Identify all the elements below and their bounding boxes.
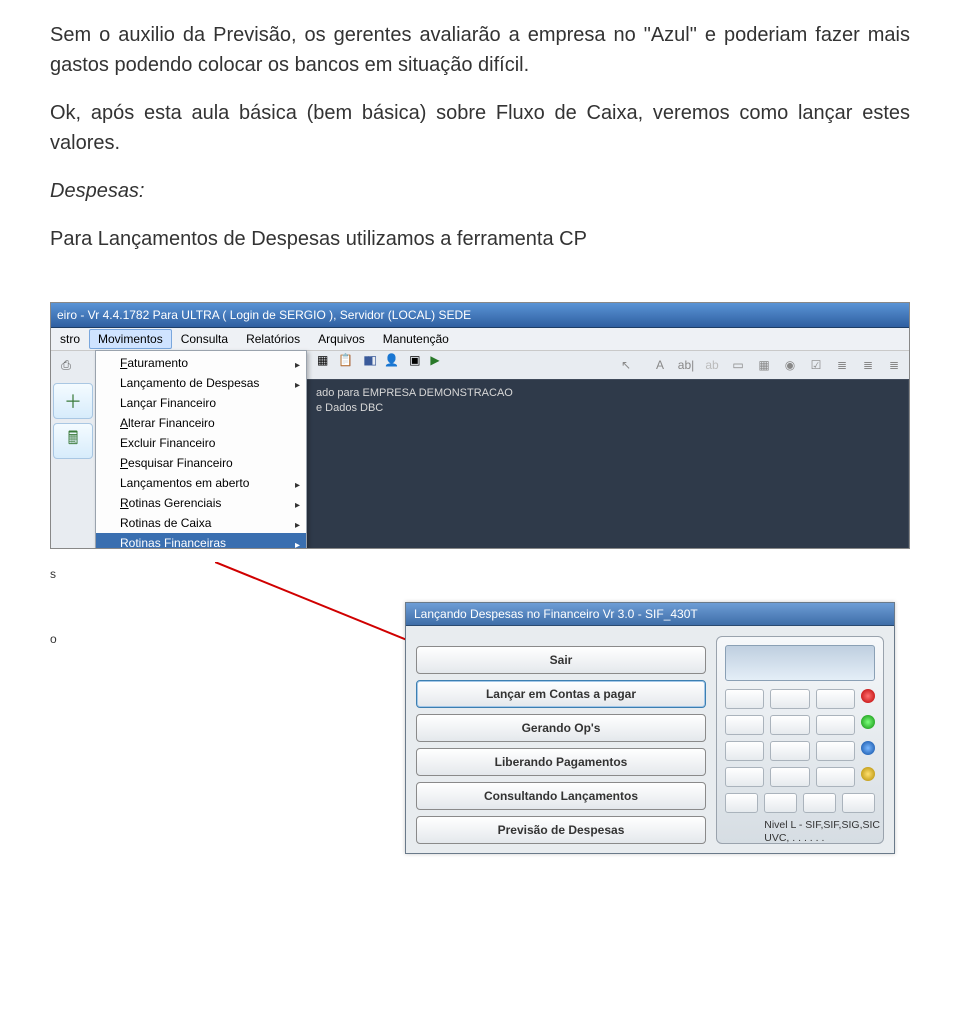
btn-consultando-lancamentos[interactable]: Consultando Lançamentos: [416, 782, 706, 810]
content-info: ado para EMPRESA DEMONSTRACAO e Dados DB…: [316, 386, 513, 416]
btn-previsao-despesas[interactable]: Previsão de Despesas: [416, 816, 706, 844]
dd-lancar-financeiro[interactable]: Lançar Financeiro: [96, 393, 306, 413]
led-red-icon: [861, 689, 875, 703]
btn-liberando-pagamentos[interactable]: Liberando Pagamentos: [416, 748, 706, 776]
grid-icon[interactable]: ▦: [755, 356, 773, 374]
btn-lancar-contas-pagar[interactable]: Lançar em Contas a pagar: [416, 680, 706, 708]
menu-relatorios[interactable]: Relatórios: [237, 329, 309, 349]
menubar: stro Movimentos Consulta Relatórios Arqu…: [51, 328, 909, 351]
play-icon[interactable]: ▶: [430, 353, 439, 367]
btn-gerando-ops[interactable]: Gerando Op's: [416, 714, 706, 742]
btn-sair[interactable]: Sair: [416, 646, 706, 674]
list2-icon[interactable]: ≣: [859, 356, 877, 374]
tool-icon[interactable]: ▣: [409, 353, 420, 367]
radio-icon[interactable]: ◉: [781, 356, 799, 374]
embedded-screenshot: eiro - Vr 4.4.1782 Para ULTRA ( Login de…: [50, 302, 910, 862]
dialog-footer-line1: Nivel L - SIF,SIF,SIG,SIC: [764, 819, 880, 831]
dialog-footer-line2: UVC, . . . . . .: [764, 832, 824, 844]
paragraph-1: Sem o auxilio da Previsão, os gerentes a…: [50, 20, 910, 80]
check-icon[interactable]: ☑: [807, 356, 825, 374]
grid2-icon[interactable]: ▦: [317, 353, 328, 367]
dd-alterar-financeiro[interactable]: Alterar Financeiro: [96, 413, 306, 433]
movimentos-dropdown: Faturamento▸ Lançamento de Despesas▸ Lan…: [95, 350, 307, 549]
textfield-icon[interactable]: ab|: [677, 356, 695, 374]
sidebar: ＋ 🖩: [51, 379, 100, 549]
window-titlebar: eiro - Vr 4.4.1782 Para ULTRA ( Login de…: [51, 303, 909, 328]
menu-consulta[interactable]: Consulta: [172, 329, 237, 349]
content-line-2: e Dados DBC: [316, 402, 383, 414]
calculator-graphic: [716, 636, 884, 844]
led-green-icon: [861, 715, 875, 729]
toolbar-middle: ▦ 📋 ▮▮▯ 👤 ▣ ▶: [317, 353, 440, 367]
paragraph-4: Para Lançamentos de Despesas utilizamos …: [50, 224, 910, 254]
dd-pesquisar-financeiro[interactable]: Pesquisar Financeiro: [96, 453, 306, 473]
list3-icon[interactable]: ≣: [885, 356, 903, 374]
dd-rotinas-financeiras[interactable]: Rotinas Financeiras▸: [96, 533, 306, 549]
dialog-footer: Nivel L - SIF,SIF,SIG,SIC UVC, . . . . .…: [764, 819, 880, 845]
cut-label-o: o: [50, 632, 57, 646]
dd-rotinas-caixa[interactable]: Rotinas de Caixa▸: [96, 513, 306, 533]
calc-screen: [725, 645, 875, 681]
cursor-icon[interactable]: ↖: [617, 356, 635, 374]
menu-arquivos[interactable]: Arquivos: [309, 329, 374, 349]
dd-excluir-financeiro[interactable]: Excluir Financeiro: [96, 433, 306, 453]
dd-rotinas-gerenciais[interactable]: Rotinas Gerenciais▸: [96, 493, 306, 513]
led-blue-icon: [861, 741, 875, 755]
dialog-lancando-despesas: Lançando Despesas no Financeiro Vr 3.0 -…: [405, 602, 895, 854]
cut-label-s: s: [50, 567, 56, 581]
dialog-button-column: Sair Lançar em Contas a pagar Gerando Op…: [416, 636, 706, 844]
paragraph-despesas: Despesas:: [50, 176, 910, 206]
user-icon[interactable]: 👤: [384, 353, 399, 367]
list-icon[interactable]: ≣: [833, 356, 851, 374]
text-a-icon[interactable]: A: [651, 356, 669, 374]
paragraph-2: Ok, após esta aula básica (bem básica) s…: [50, 98, 910, 158]
content-line-1: ado para EMPRESA DEMONSTRACAO: [316, 387, 513, 399]
led-yellow-icon: [861, 767, 875, 781]
dd-faturamento[interactable]: Faturamento▸: [96, 353, 306, 373]
app-window: eiro - Vr 4.4.1782 Para ULTRA ( Login de…: [50, 302, 910, 549]
dd-lancamentos-aberto[interactable]: Lançamentos em aberto▸: [96, 473, 306, 493]
clipboard-icon[interactable]: 📋: [338, 353, 353, 367]
menu-movimentos[interactable]: Movimentos: [89, 329, 172, 349]
chart-icon[interactable]: ▮▮▯: [363, 353, 374, 367]
print-icon[interactable]: ⎙: [57, 356, 75, 374]
dd-lancamento-despesas[interactable]: Lançamento de Despesas▸: [96, 373, 306, 393]
menu-manutencao[interactable]: Manutenção: [374, 329, 458, 349]
dialog-title: Lançando Despesas no Financeiro Vr 3.0 -…: [406, 603, 894, 626]
box-icon[interactable]: ▭: [729, 356, 747, 374]
sidebar-tile-add[interactable]: ＋: [53, 383, 93, 419]
sidebar-tile-calc[interactable]: 🖩: [53, 423, 93, 459]
document-body: Sem o auxilio da Previsão, os gerentes a…: [0, 0, 960, 302]
ab-icon[interactable]: ab: [703, 356, 721, 374]
toolbar-right: ↖ A ab| ab ▭ ▦ ◉ ☑ ≣ ≣ ≣: [617, 351, 903, 379]
menu-cadastro[interactable]: stro: [51, 329, 89, 349]
dialog-title-text: Lançando Despesas no Financeiro Vr 3.0 -…: [414, 607, 698, 621]
window-title: eiro - Vr 4.4.1782 Para ULTRA ( Login de…: [57, 308, 471, 322]
